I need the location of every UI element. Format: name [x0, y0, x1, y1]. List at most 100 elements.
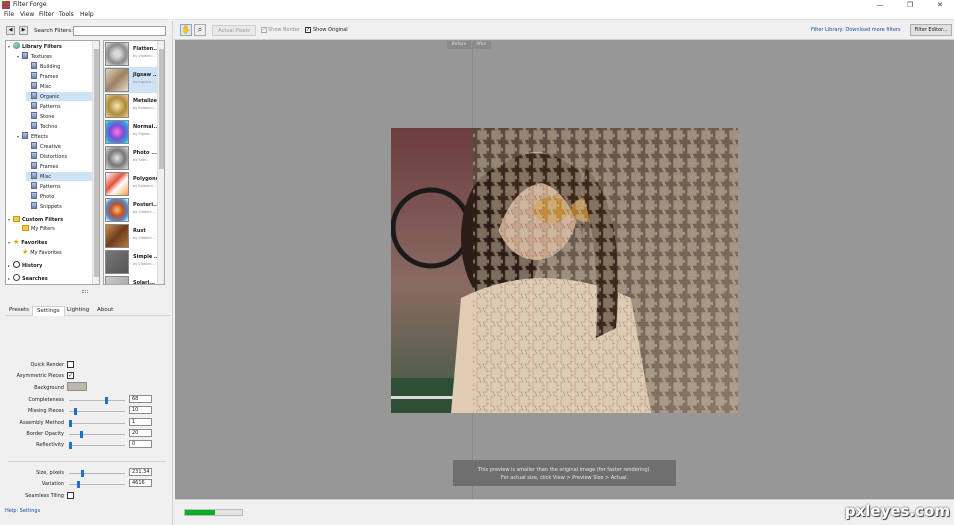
- tree-item[interactable]: ★ My Favorites: [17, 248, 93, 257]
- tree-item[interactable]: Snippets: [26, 202, 93, 211]
- tree-scrollbar[interactable]: [92, 41, 99, 284]
- tree-item[interactable]: ▾ Effects: [17, 132, 93, 141]
- quick-render-checkbox[interactable]: [67, 361, 74, 368]
- tree-scrollbar-thumb[interactable]: [94, 49, 99, 277]
- variation-slider-knob[interactable]: [77, 481, 80, 488]
- preview-info-line-2: For actual size, click View > Preview Si…: [500, 475, 629, 481]
- filter-editor-button[interactable]: Filter Editor...: [910, 24, 952, 36]
- background-color-swatch[interactable]: [67, 382, 87, 391]
- filter-author: by Seer...: [133, 158, 150, 162]
- tree-item-label: Distortions: [40, 154, 68, 160]
- filter-list-item[interactable]: Rust by Vladimi...: [104, 223, 159, 249]
- border-opacity-slider-knob[interactable]: [80, 431, 83, 438]
- show-original-checkbox[interactable]: ✓: [305, 27, 311, 33]
- missing-pieces-value[interactable]: 10: [129, 406, 152, 414]
- border-opacity-slider[interactable]: [69, 431, 125, 438]
- tab-about[interactable]: About: [93, 306, 117, 316]
- tab-settings[interactable]: Settings: [32, 306, 65, 316]
- maximize-button[interactable]: ❐: [896, 0, 924, 10]
- filter-list-item[interactable]: Flatten... by Vladimi...: [104, 41, 159, 67]
- menu-filter[interactable]: Filter: [39, 11, 54, 18]
- tab-presets[interactable]: Presets: [5, 306, 33, 316]
- preview-canvas[interactable]: Before After This preview is smaller tha…: [175, 40, 954, 499]
- after-label[interactable]: After: [472, 41, 491, 49]
- asymmetric-pieces-checkbox[interactable]: ✓: [67, 372, 74, 379]
- filter-list-item[interactable]: Photo ... by Seer...: [104, 145, 159, 171]
- filter-thumbnail: [105, 224, 129, 248]
- menu-view[interactable]: View: [20, 11, 34, 18]
- variation-slider[interactable]: [69, 481, 125, 488]
- filter-list-item[interactable]: Normal... by Sigma...: [104, 119, 159, 145]
- tree-item[interactable]: ▾ Custom Filters: [8, 215, 93, 224]
- tree-item[interactable]: Misc: [26, 82, 93, 91]
- menu-file[interactable]: File: [4, 11, 14, 18]
- tree-item-label: My Favorites: [30, 250, 62, 256]
- tree-item[interactable]: ▾ Library Filters: [8, 42, 93, 51]
- help-settings-link[interactable]: Help: Settings: [5, 508, 40, 514]
- filter-list-item[interactable]: Solari...by ...: [104, 275, 159, 284]
- border-opacity-value[interactable]: 20: [129, 429, 152, 437]
- menu-tools[interactable]: Tools: [59, 11, 74, 18]
- star-icon: ★: [22, 248, 29, 256]
- tree-item[interactable]: Creative: [26, 142, 93, 151]
- tree-item[interactable]: Frames: [26, 72, 93, 81]
- size-pixels-value[interactable]: 231,34: [129, 468, 152, 476]
- filter-list-item[interactable]: Polygons by Kalamut...: [104, 171, 159, 197]
- tree-item[interactable]: Photo: [26, 192, 93, 201]
- filter-author: by Vladimi...: [133, 236, 155, 240]
- menu-help[interactable]: Help: [80, 11, 94, 18]
- filter-name: Photo ...: [133, 150, 157, 156]
- forward-button[interactable]: ▶: [19, 26, 28, 35]
- close-button[interactable]: ✕: [926, 0, 954, 10]
- back-button[interactable]: ◀: [6, 26, 15, 35]
- filter-list-item[interactable]: Jigsaw ... by Ingvina...: [104, 67, 159, 93]
- actual-pixels-button[interactable]: Actual Pixels: [212, 25, 256, 36]
- size-pixels-slider[interactable]: [69, 470, 125, 477]
- missing-pieces-slider[interactable]: [69, 408, 125, 415]
- splitter-handle[interactable]: [82, 290, 88, 293]
- tree-item[interactable]: Distortions: [26, 152, 93, 161]
- zoom-tool-button[interactable]: ⌕: [194, 24, 206, 36]
- tree-item[interactable]: Patterns: [26, 102, 93, 111]
- tree-item[interactable]: Stone: [26, 112, 93, 121]
- tree-item[interactable]: ▾ ★ Favorites: [8, 238, 93, 247]
- tree-item[interactable]: Techno: [26, 122, 93, 131]
- hand-tool-button[interactable]: ✋: [180, 24, 192, 36]
- tree-item[interactable]: Frames: [26, 162, 93, 171]
- missing-pieces-slider-knob[interactable]: [74, 408, 77, 415]
- tree-item[interactable]: Misc: [26, 172, 93, 181]
- filter-list-scrollbar[interactable]: [157, 41, 164, 284]
- tree-item[interactable]: Building: [26, 62, 93, 71]
- tree-item[interactable]: ▸ History: [8, 261, 93, 270]
- tree-item[interactable]: ▸ Searches: [8, 274, 93, 283]
- filter-list-item[interactable]: Posteri... by Vladimi...: [104, 197, 159, 223]
- assembly-method-slider-knob[interactable]: [69, 420, 72, 427]
- completeness-slider[interactable]: [69, 397, 125, 404]
- category-icon: [31, 122, 37, 129]
- seamless-tiling-checkbox[interactable]: [67, 492, 74, 499]
- completeness-slider-knob[interactable]: [105, 397, 108, 404]
- minimize-button[interactable]: —: [866, 0, 894, 10]
- tree-item[interactable]: Organic: [26, 92, 93, 101]
- filter-list-item[interactable]: Metalizer by Kalamut...: [104, 93, 159, 119]
- show-border-checkbox[interactable]: ✓: [261, 27, 267, 33]
- assembly-method-slider[interactable]: [69, 420, 125, 427]
- filter-name: Flatten...: [133, 46, 159, 52]
- tab-lighting[interactable]: Lighting: [63, 306, 93, 316]
- filter-thumbnail: [105, 146, 129, 170]
- tree-item[interactable]: My Filters: [17, 225, 93, 234]
- search-input[interactable]: [73, 26, 166, 36]
- tree-item[interactable]: ▾ Textures: [17, 52, 93, 61]
- reflectivity-slider-knob[interactable]: [69, 442, 72, 449]
- variation-value[interactable]: 4616: [129, 479, 152, 487]
- filter-library-link[interactable]: Filter Library: Download more filters: [811, 27, 901, 33]
- assembly-method-value[interactable]: 1: [129, 418, 152, 426]
- reflectivity-slider[interactable]: [69, 442, 125, 449]
- filter-list-scrollbar-thumb[interactable]: [159, 49, 164, 169]
- completeness-value[interactable]: 68: [129, 395, 152, 403]
- size-pixels-slider-knob[interactable]: [81, 470, 84, 477]
- before-label[interactable]: Before: [447, 41, 471, 49]
- reflectivity-value[interactable]: 0: [129, 440, 152, 448]
- filter-list-item[interactable]: Simple ... by Vladimi...: [104, 249, 160, 275]
- tree-item[interactable]: Patterns: [26, 182, 93, 191]
